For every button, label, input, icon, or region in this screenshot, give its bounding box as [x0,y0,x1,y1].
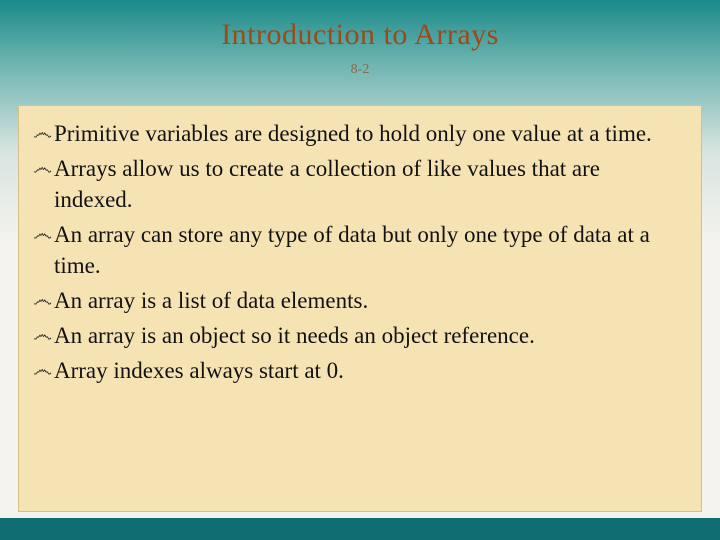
list-item: ෴ An array is an object so it needs an o… [33,320,683,351]
content-box: ෴ Primitive variables are designed to ho… [18,105,702,512]
bullet-text: An array can store any type of data but … [54,219,683,281]
bullet-icon: ෴ [33,355,52,385]
bullet-text: An array is an object so it needs an obj… [54,320,683,351]
page-number: 8-2 [0,62,720,78]
slide: Introduction to Arrays 8-2 ෴ Primitive v… [0,0,720,540]
list-item: ෴ Array indexes always start at 0. [33,355,683,386]
bullet-text: Primitive variables are designed to hold… [54,118,683,149]
list-item: ෴ Arrays allow us to create a collection… [33,153,683,215]
bullet-text: An array is a list of data elements. [54,285,683,316]
list-item: ෴ Primitive variables are designed to ho… [33,118,683,149]
slide-title: Introduction to Arrays [0,0,720,52]
bullet-icon: ෴ [33,153,52,183]
bullet-text: Arrays allow us to create a collection o… [54,153,683,215]
bullet-text: Array indexes always start at 0. [54,355,683,386]
list-item: ෴ An array is a list of data elements. [33,285,683,316]
bullet-icon: ෴ [33,118,52,148]
bullet-icon: ෴ [33,219,52,249]
bullet-icon: ෴ [33,320,52,350]
list-item: ෴ An array can store any type of data bu… [33,219,683,281]
bullet-icon: ෴ [33,285,52,315]
footer-bar [0,518,720,540]
